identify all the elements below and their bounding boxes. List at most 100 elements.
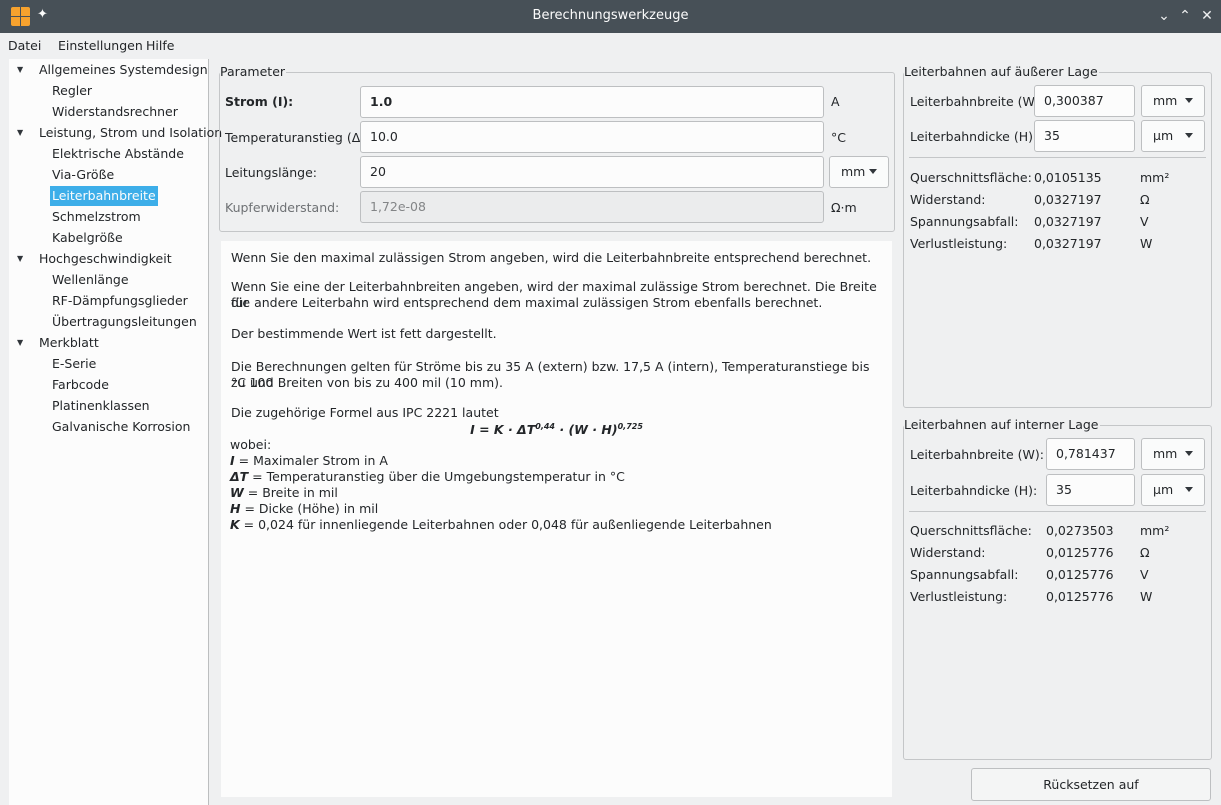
chevron-down-icon	[1185, 98, 1193, 103]
tree-item-schmelzstrom[interactable]: Schmelzstrom	[52, 207, 141, 227]
title-bar: ✦ Berechnungswerkzeuge ⌄ ⌃ ✕	[0, 0, 1221, 33]
maximize-icon[interactable]: ⌃	[1176, 6, 1194, 26]
desc-paragraph-4b: °C und Breiten von bis zu 400 mil (10 mm…	[231, 375, 503, 390]
chevron-down-icon	[1185, 487, 1193, 492]
result-unit: Ω	[1140, 192, 1150, 207]
result-label: Spannungsabfall:	[910, 567, 1019, 582]
result-label: Widerstand:	[910, 545, 986, 560]
menu-bar: Datei Einstellungen Hilfe	[0, 33, 1221, 59]
expand-arrow-icon[interactable]: ▼	[17, 249, 27, 269]
desc-paragraph-3: Der bestimmende Wert ist fett dargestell…	[231, 326, 497, 341]
wobei-label: wobei:	[230, 437, 272, 452]
result-value: 0,0125776	[1046, 589, 1114, 604]
temperature-rise-input[interactable]: 10.0	[360, 121, 824, 153]
definition-line: ΔT = Temperaturanstieg über die Umgebung…	[230, 469, 625, 484]
external-width-unit-select[interactable]: mm	[1141, 85, 1205, 117]
tree-item-regler[interactable]: Regler	[52, 81, 92, 101]
external-width-input[interactable]: 0,300387	[1034, 85, 1135, 117]
current-unit: A	[831, 94, 840, 109]
result-unit: Ω	[1140, 545, 1150, 560]
line-length-unit-select[interactable]: mm	[829, 156, 889, 188]
tree-item-galvanische-korrosion[interactable]: Galvanische Korrosion	[52, 417, 190, 437]
internal-width-input[interactable]: 0,781437	[1046, 438, 1135, 470]
internal-thickness-unit-select[interactable]: µm	[1141, 474, 1205, 506]
external-thickness-input[interactable]: 35	[1034, 120, 1135, 152]
tree-group-systemdesign[interactable]: Allgemeines Systemdesign	[39, 60, 208, 80]
copper-resistivity-input: 1,72e-08	[360, 191, 824, 223]
result-unit: mm²	[1140, 170, 1170, 185]
copper-resistivity-unit: Ω·m	[831, 200, 857, 215]
result-unit: V	[1140, 214, 1149, 229]
external-thickness-unit-select[interactable]: µm	[1141, 120, 1205, 152]
result-value: 0,0105135	[1034, 170, 1102, 185]
reset-defaults-button[interactable]: Rücksetzen auf Standardeinstellungen	[971, 768, 1211, 801]
result-label: Querschnittsfläche:	[910, 170, 1032, 185]
result-unit: mm²	[1140, 523, 1170, 538]
definition-line: W = Breite in mil	[230, 485, 338, 500]
desc-paragraph-1: Wenn Sie den maximal zulässigen Strom an…	[231, 250, 872, 265]
tree-group-leistung[interactable]: Leistung, Strom und Isolation	[39, 123, 222, 143]
external-layer-title: Leiterbahnen auf äußerer Lage	[904, 64, 1099, 79]
external-width-label: Leiterbahnbreite (W):	[910, 94, 1044, 109]
temperature-rise-label: Temperaturanstieg (ΔT):	[225, 130, 377, 145]
tree-item-leiterbahnbreite[interactable]: Leiterbahnbreite	[50, 186, 158, 206]
expand-arrow-icon[interactable]: ▼	[17, 60, 27, 80]
result-label: Widerstand:	[910, 192, 986, 207]
expand-arrow-icon[interactable]: ▼	[17, 333, 27, 353]
tree-item-e-serie[interactable]: E-Serie	[52, 354, 96, 374]
line-length-input[interactable]: 20	[360, 156, 824, 188]
tree-item-kabelgroesse[interactable]: Kabelgröße	[52, 228, 123, 248]
desc-paragraph-5: Die zugehörige Formel aus IPC 2221 laute…	[231, 405, 499, 420]
menu-datei[interactable]: Datei	[8, 38, 41, 53]
tool-tree: ▼ Allgemeines Systemdesign Regler Widers…	[9, 59, 222, 805]
definition-line: K = 0,024 für innenliegende Leiterbahnen…	[230, 517, 772, 532]
internal-thickness-input[interactable]: 35	[1046, 474, 1135, 506]
tree-item-uebertragungsleitungen[interactable]: Übertragungsleitungen	[52, 312, 197, 332]
external-thickness-label: Leiterbahndicke (H):	[910, 129, 1038, 144]
tree-item-rf-daempfungsglieder[interactable]: RF-Dämpfungsglieder	[52, 291, 188, 311]
tree-item-elektrische-abstaende[interactable]: Elektrische Abstände	[52, 144, 184, 164]
tree-item-via-groesse[interactable]: Via-Größe	[52, 165, 114, 185]
result-value: 0,0327197	[1034, 236, 1102, 251]
parameter-group-title: Parameter	[220, 64, 287, 79]
result-value: 0,0327197	[1034, 192, 1102, 207]
definition-line: H = Dicke (Höhe) in mil	[230, 501, 379, 516]
result-unit: W	[1140, 589, 1153, 604]
result-value: 0,0273503	[1046, 523, 1114, 538]
divider	[909, 157, 1206, 158]
chevron-down-icon	[1185, 133, 1193, 138]
definition-line: I = Maximaler Strom in A	[230, 453, 388, 468]
minimize-icon[interactable]: ⌄	[1155, 6, 1173, 26]
menu-hilfe[interactable]: Hilfe	[146, 38, 174, 53]
tree-group-hochgeschwindigkeit[interactable]: Hochgeschwindigkeit	[39, 249, 172, 269]
line-length-label: Leitungslänge:	[225, 165, 317, 180]
window-title: Berechnungswerkzeuge	[532, 8, 689, 23]
divider	[909, 511, 1206, 512]
chevron-down-icon	[869, 169, 877, 174]
tree-item-widerstandsrechner[interactable]: Widerstandsrechner	[52, 102, 178, 122]
temperature-rise-unit: °C	[831, 130, 846, 145]
copper-resistivity-label: Kupferwiderstand:	[225, 200, 340, 215]
internal-width-unit-select[interactable]: mm	[1141, 438, 1205, 470]
ipc-formula: I = K · ΔT0,44 · (W · H)0,725	[470, 422, 643, 438]
internal-thickness-label: Leiterbahndicke (H):	[910, 483, 1038, 498]
expand-arrow-icon[interactable]: ▼	[17, 123, 27, 143]
tree-item-platinenklassen[interactable]: Platinenklassen	[52, 396, 150, 416]
line-length-unit-value: mm	[841, 164, 866, 179]
description-panel: Wenn Sie den maximal zulässigen Strom an…	[221, 241, 892, 797]
result-value: 0,0125776	[1046, 567, 1114, 582]
result-label: Verlustleistung:	[910, 236, 1008, 251]
tree-item-wellenlaenge[interactable]: Wellenlänge	[52, 270, 129, 290]
menu-einstellungen[interactable]: Einstellungen	[58, 38, 143, 53]
tree-item-farbcode[interactable]: Farbcode	[52, 375, 109, 395]
result-value: 0,0327197	[1034, 214, 1102, 229]
chevron-down-icon	[1185, 451, 1193, 456]
tree-group-merkblatt[interactable]: Merkblatt	[39, 333, 99, 353]
result-unit: V	[1140, 567, 1149, 582]
close-icon[interactable]: ✕	[1198, 6, 1216, 26]
result-label: Spannungsabfall:	[910, 214, 1019, 229]
desc-paragraph-2b: die andere Leiterbahn wird entsprechend …	[231, 295, 823, 310]
result-value: 0,0125776	[1046, 545, 1114, 560]
current-input[interactable]: 1.0	[360, 86, 824, 118]
result-unit: W	[1140, 236, 1153, 251]
